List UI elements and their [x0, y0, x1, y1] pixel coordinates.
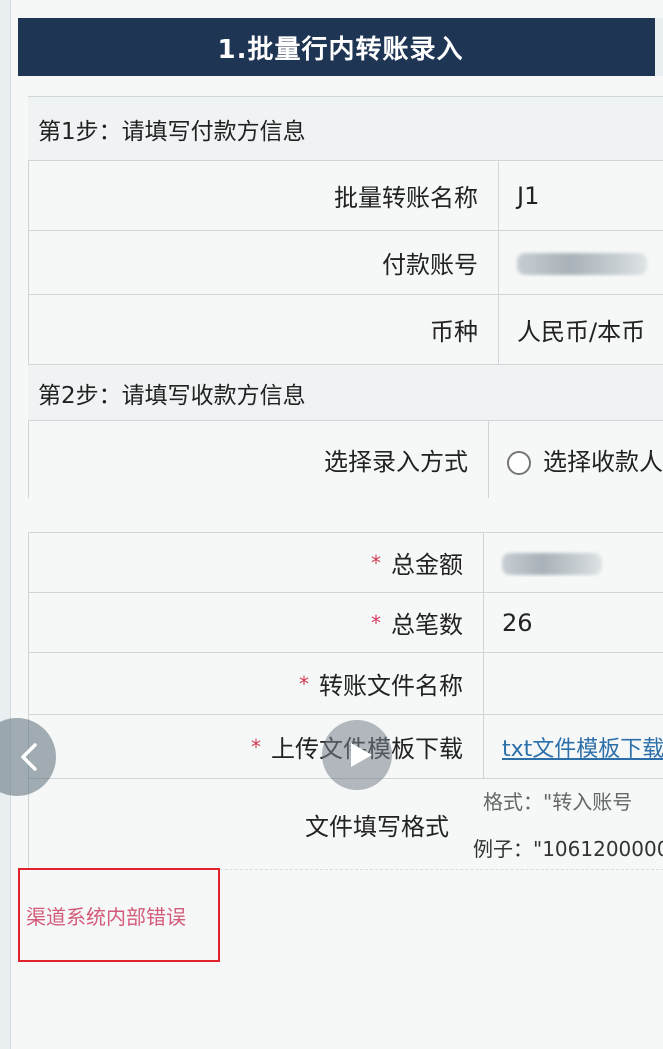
error-message-box: 渠道系统内部错误 [18, 868, 220, 962]
required-mark: * [371, 610, 381, 635]
total-amount-label-cell: * 总金额 [29, 533, 484, 592]
play-icon [351, 743, 372, 767]
file-format-row: 文件填写格式 格式："转入账号 例子："1061200000 [29, 778, 663, 870]
required-mark: * [251, 734, 261, 759]
total-amount-input[interactable] [484, 549, 663, 577]
template-download-cell: txt文件模板下载 [484, 731, 663, 763]
page-title: 1.批量行内转账录入 [18, 18, 663, 76]
required-mark: * [299, 671, 309, 696]
file-name-label: 转账文件名称 [319, 672, 463, 700]
total-count-row: * 总笔数 26 [29, 592, 663, 652]
file-format-info: 格式："转入账号 例子："1061200000 [469, 786, 663, 862]
file-name-label-cell: * 转账文件名称 [29, 653, 484, 714]
entry-method-row: 选择录入方式 选择收款人 [29, 420, 663, 498]
template-download-link[interactable]: txt文件模板下载 [502, 737, 663, 762]
account-select[interactable] [499, 249, 663, 277]
file-format-label: 文件填写格式 [305, 812, 449, 841]
currency-value: 人民币/本币 [517, 318, 646, 346]
file-name-row: * 转账文件名称 [29, 652, 663, 714]
batch-name-label: 批量转账名称 [29, 161, 499, 230]
step1-header: 第1步：请填写付款方信息 [28, 96, 663, 160]
step2-label: 第2步：请填写收款方信息 [38, 382, 306, 409]
batch-name-row: 批量转账名称 J1 [29, 160, 663, 230]
step1-label: 第1步：请填写付款方信息 [38, 118, 306, 145]
account-label: 付款账号 [29, 231, 499, 294]
play-button[interactable] [322, 720, 392, 790]
payee-form: * 总金额 * 总笔数 26 * 转账文件名称 * 上传文件 模板下载 txt文… [28, 532, 663, 870]
batch-name-input[interactable]: J1 [499, 182, 663, 210]
total-amount-value-redacted [502, 552, 602, 575]
total-amount-row: * 总金额 [29, 532, 663, 592]
required-mark: * [371, 550, 381, 575]
error-message: 渠道系统内部错误 [26, 904, 186, 929]
page-title-text: 1.批量行内转账录入 [217, 34, 464, 65]
account-row: 付款账号 [29, 230, 663, 294]
radio-unchecked-icon[interactable] [507, 451, 531, 475]
total-count-value: 26 [502, 608, 533, 637]
account-value-redacted [517, 252, 647, 275]
payer-form: 批量转账名称 J1 付款账号 币种 人民币/本币 [28, 160, 663, 364]
entry-method-option[interactable]: 选择收款人 [489, 442, 663, 477]
entry-method-label: 选择录入方式 [29, 421, 489, 498]
entry-method-option-label: 选择收款人 [543, 448, 663, 476]
upload-label-cell: * 上传文件 模板下载 [29, 715, 484, 778]
total-count-label-cell: * 总笔数 [29, 593, 484, 652]
example-line: 例子："1061200000 [473, 837, 663, 861]
currency-row: 币种 人民币/本币 [29, 294, 663, 364]
batch-name-value: J1 [517, 181, 540, 210]
total-amount-label: 总金额 [391, 551, 463, 579]
total-count-input[interactable]: 26 [484, 609, 663, 637]
total-count-label: 总笔数 [391, 611, 463, 639]
step2-header: 第2步：请填写收款方信息 [28, 364, 663, 420]
format-line: 格式："转入账号 [483, 790, 633, 814]
chevron-left-icon [21, 743, 37, 771]
entry-method-form: 选择录入方式 选择收款人 [28, 420, 663, 498]
currency-label: 币种 [29, 295, 499, 364]
page: 1.批量行内转账录入 第1步：请填写付款方信息 批量转账名称 J1 付款账号 币… [0, 0, 663, 1049]
